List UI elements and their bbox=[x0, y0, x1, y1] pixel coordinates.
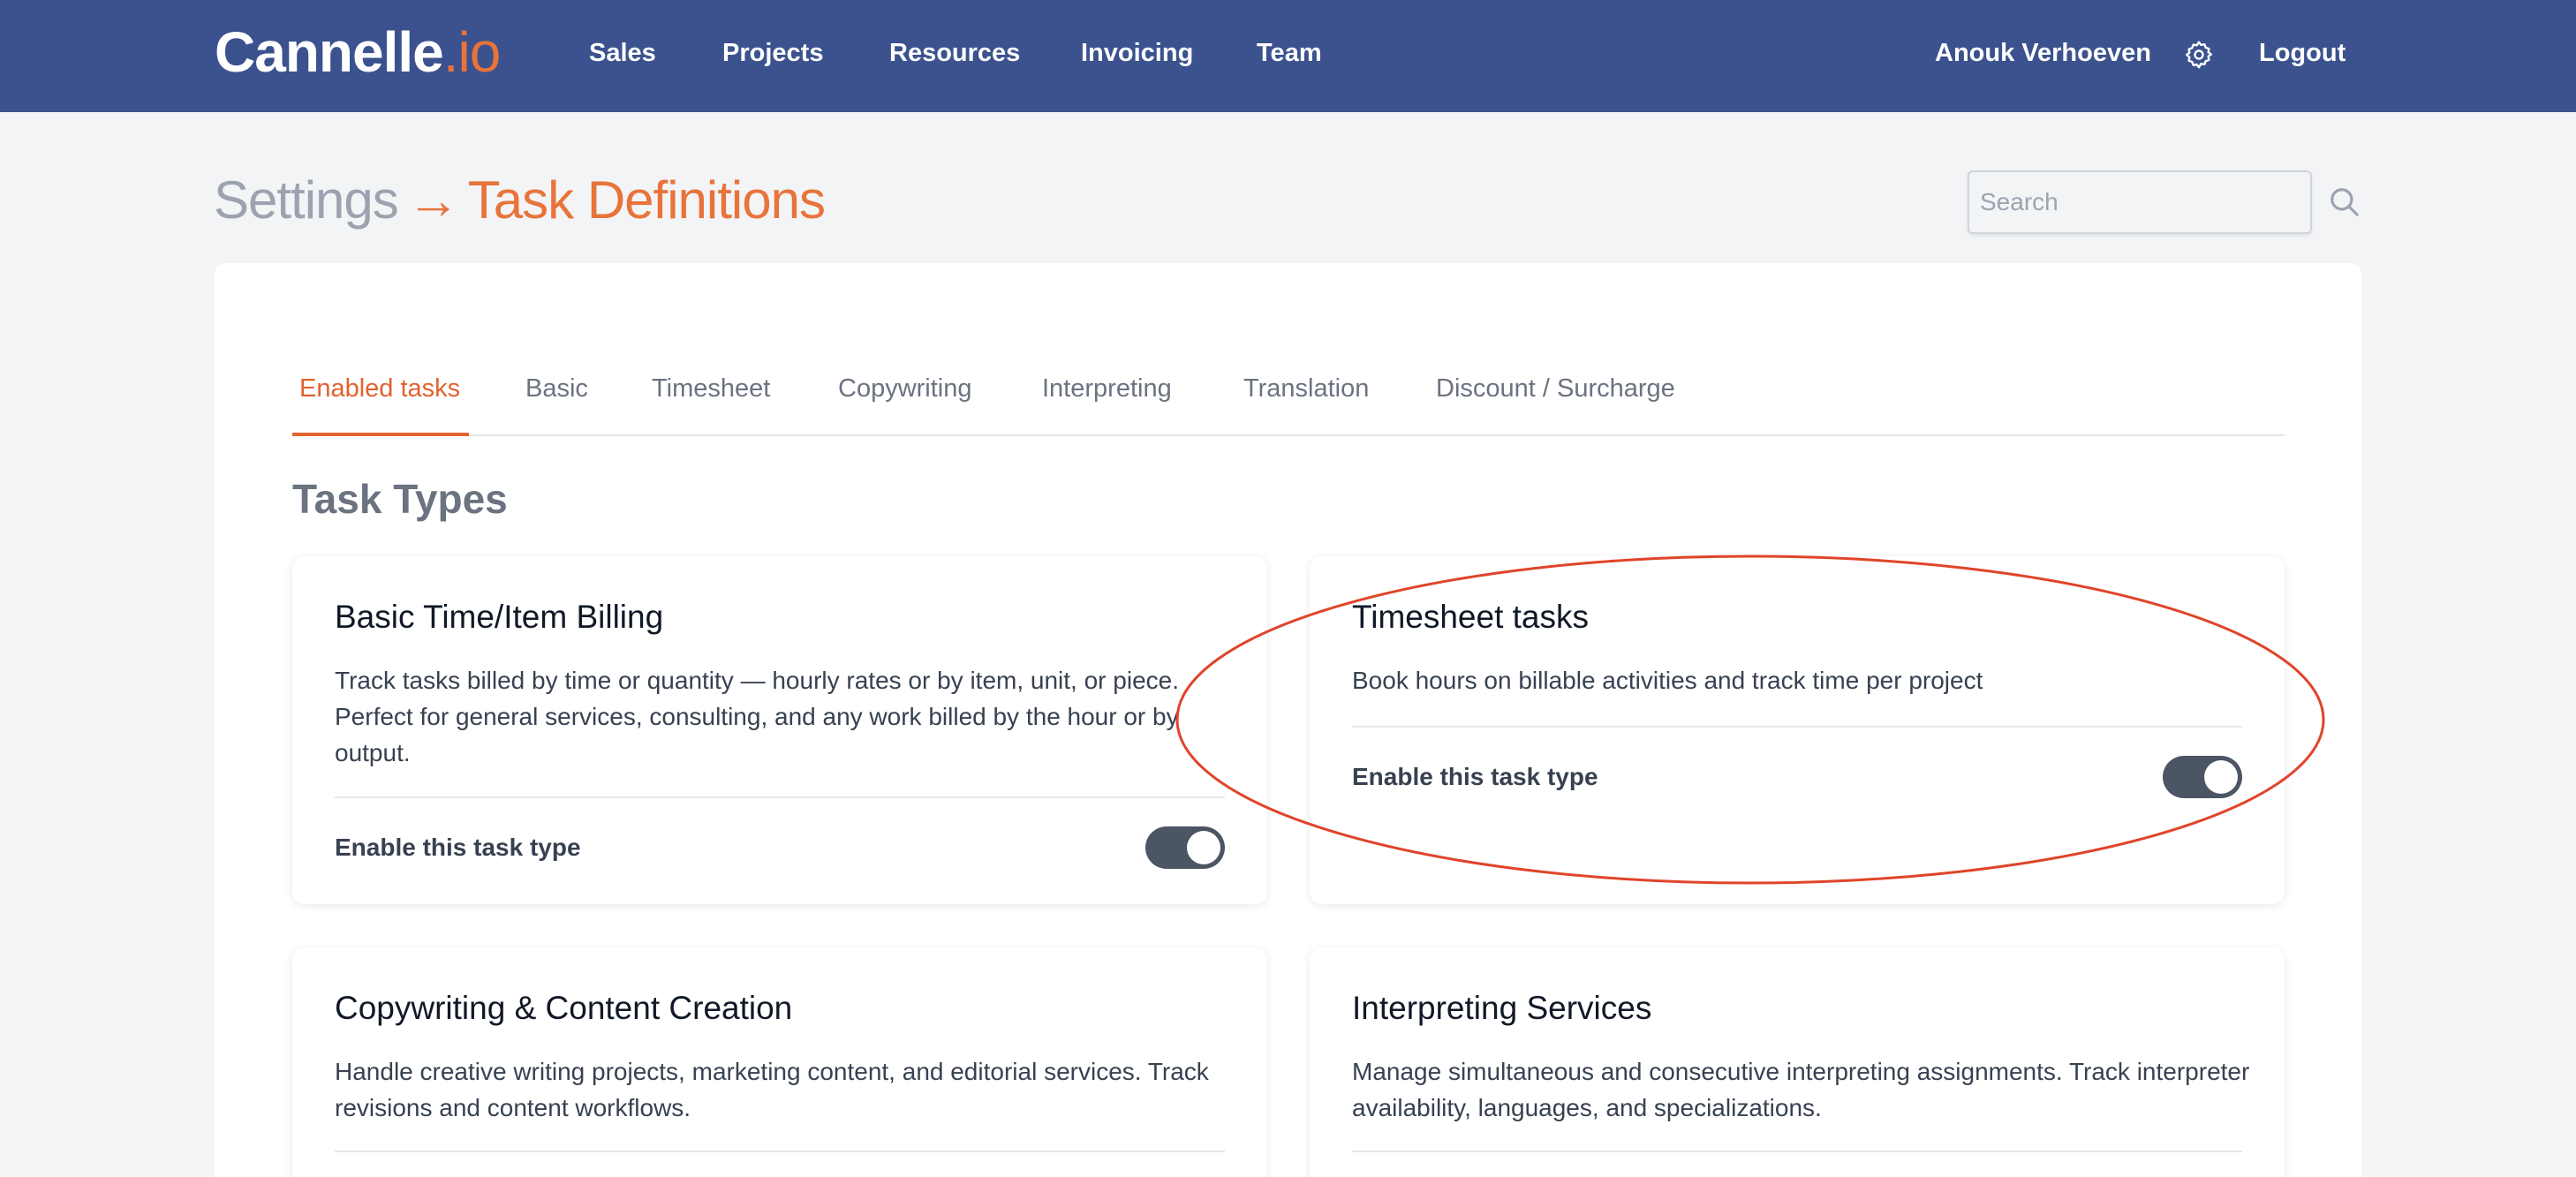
tab-interpreting[interactable]: Interpreting bbox=[1042, 374, 1172, 404]
nav-item-invoicing[interactable]: Invoicing bbox=[1081, 39, 1193, 68]
enable-basic-toggle[interactable] bbox=[1145, 826, 1225, 869]
user-name[interactable]: Anouk Verhoeven bbox=[1935, 39, 2151, 68]
search-icon[interactable] bbox=[2328, 185, 2361, 219]
breadcrumb-current: Task Definitions bbox=[467, 170, 826, 230]
tab-timesheet[interactable]: Timesheet bbox=[652, 374, 770, 404]
toggle-knob bbox=[1187, 831, 1220, 864]
gear-icon[interactable] bbox=[2183, 39, 2215, 71]
tab-copywriting[interactable]: Copywriting bbox=[838, 374, 972, 404]
task-card-title: Timesheet tasks bbox=[1352, 599, 1589, 635]
nav-item-projects[interactable]: Projects bbox=[722, 39, 823, 68]
logo-main-text: Cannelle bbox=[215, 20, 444, 84]
nav-item-resources[interactable]: Resources bbox=[889, 39, 1020, 68]
task-card-title: Interpreting Services bbox=[1352, 990, 1652, 1026]
search-input[interactable] bbox=[1968, 170, 2312, 234]
toggle-knob bbox=[2204, 760, 2238, 794]
task-card-description: Book hours on billable activities and tr… bbox=[1352, 667, 1983, 694]
logo-accent-text: .io bbox=[442, 20, 502, 84]
page-title: Settings → Task Definitions bbox=[214, 170, 826, 230]
task-tabs: Enabled tasks Basic Timesheet Copywritin… bbox=[292, 353, 2285, 436]
task-card-interpreting: Interpreting Services Manage simultaneou… bbox=[1310, 947, 2285, 1177]
section-title: Task Types bbox=[292, 476, 508, 522]
tab-discount-surcharge[interactable]: Discount / Surcharge bbox=[1436, 374, 1675, 404]
breadcrumb-settings[interactable]: Settings bbox=[214, 170, 399, 230]
task-card-divider bbox=[335, 796, 1225, 798]
tab-translation[interactable]: Translation bbox=[1243, 374, 1369, 404]
task-card-description: Handle creative writing projects, market… bbox=[335, 1058, 1209, 1121]
task-card-copywriting: Copywriting & Content Creation Handle cr… bbox=[292, 947, 1267, 1177]
task-card-divider bbox=[335, 1151, 1225, 1152]
task-card-basic: Basic Time/Item Billing Track tasks bill… bbox=[292, 556, 1267, 904]
task-card-title: Basic Time/Item Billing bbox=[335, 599, 664, 635]
logout-link[interactable]: Logout bbox=[2259, 39, 2346, 68]
tab-basic[interactable]: Basic bbox=[525, 374, 588, 404]
task-card-divider bbox=[1352, 726, 2242, 728]
task-card-description: Manage simultaneous and consecutive inte… bbox=[1352, 1058, 2250, 1121]
top-navigation-bar: Cannelle.io Sales Projects Resources Inv… bbox=[0, 0, 2576, 112]
task-card-description: Track tasks billed by time or quantity —… bbox=[335, 667, 1180, 766]
enable-timesheet-toggle[interactable] bbox=[2163, 756, 2242, 798]
task-card-title: Copywriting & Content Creation bbox=[335, 990, 793, 1026]
task-card-divider bbox=[1352, 1151, 2242, 1152]
app-logo[interactable]: Cannelle.io bbox=[215, 19, 502, 85]
task-card-timesheet: Timesheet tasks Book hours on billable a… bbox=[1310, 556, 2285, 904]
active-tab-indicator bbox=[292, 433, 469, 436]
breadcrumb-arrow-icon: → bbox=[406, 170, 460, 230]
tab-enabled-tasks[interactable]: Enabled tasks bbox=[299, 374, 460, 404]
enable-task-label: Enable this task type bbox=[335, 834, 581, 861]
nav-item-team[interactable]: Team bbox=[1257, 39, 1322, 68]
enable-task-label: Enable this task type bbox=[1352, 763, 1598, 790]
nav-item-sales[interactable]: Sales bbox=[589, 39, 656, 68]
